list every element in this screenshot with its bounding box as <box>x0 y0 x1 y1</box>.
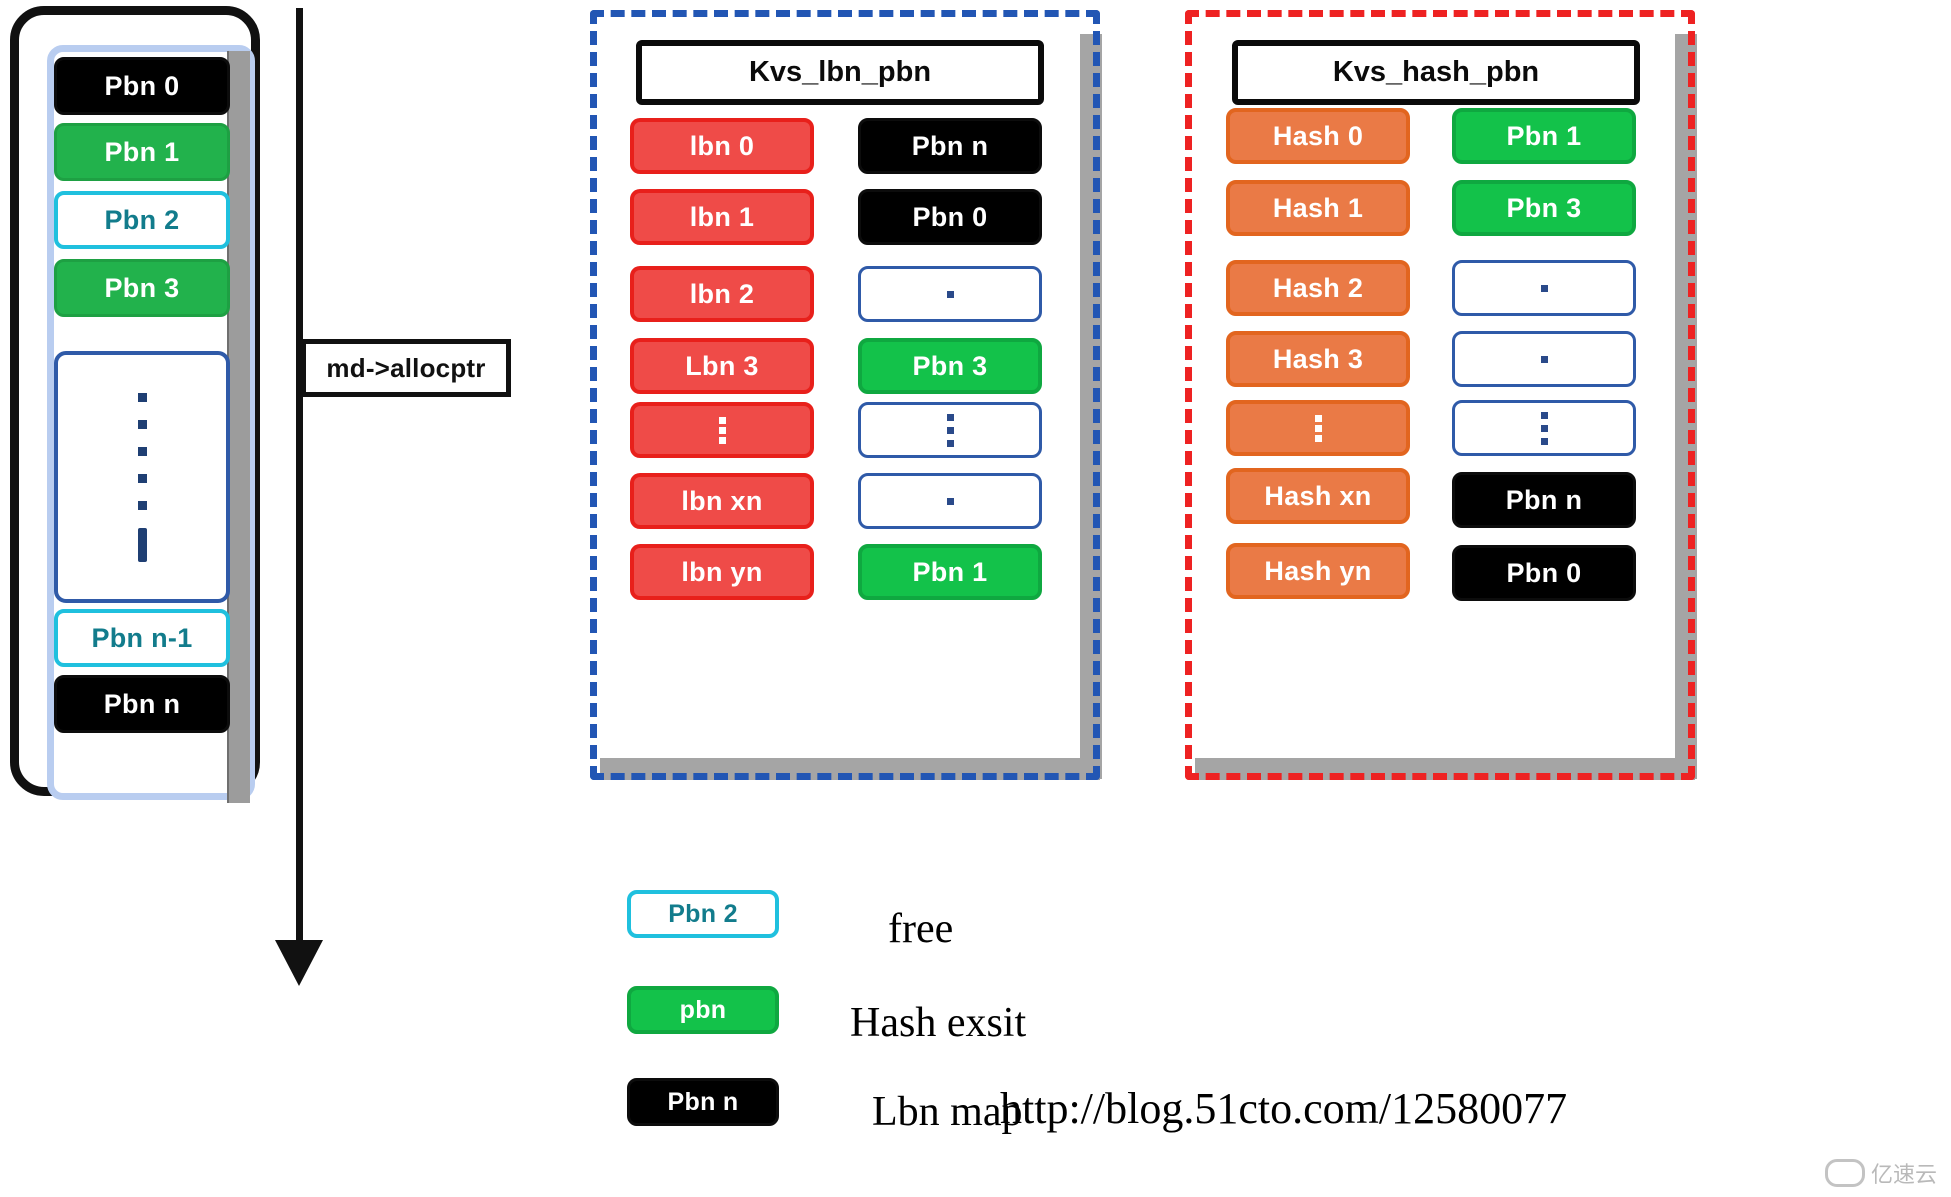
lbn-key-xn[interactable]: lbn xn <box>630 473 814 529</box>
lbn-key-ellipsis <box>630 402 814 458</box>
allocptr-label: md->allocptr <box>301 339 511 397</box>
pbn-cell-0[interactable]: Pbn 0 <box>54 57 230 115</box>
dot-icon <box>1540 355 1548 363</box>
kvs-lbn-pbn-title: Kvs_lbn_pbn <box>636 40 1044 105</box>
hash-key-yn[interactable]: Hash yn <box>1226 543 1410 599</box>
pbn-cell-2[interactable]: Pbn 2 <box>54 191 230 249</box>
lbn-value-1[interactable]: Pbn 0 <box>858 189 1042 245</box>
hash-value-2 <box>1452 260 1636 316</box>
pbn-device-container: Pbn 0 Pbn 1 Pbn 2 Pbn 3 Pbn n-1 Pbn n <box>10 6 260 803</box>
lbn-value-3[interactable]: Pbn 3 <box>858 338 1042 394</box>
cloud-icon <box>1824 1159 1865 1187</box>
hash-value-yn[interactable]: Pbn 0 <box>1452 545 1636 601</box>
hash-value-3 <box>1452 331 1636 387</box>
pbn-cell-1[interactable]: Pbn 1 <box>54 123 230 181</box>
hash-key-0[interactable]: Hash 0 <box>1226 108 1410 164</box>
legend-label-hash-exsit: Hash exsit <box>850 1000 1027 1046</box>
hash-key-xn[interactable]: Hash xn <box>1226 468 1410 524</box>
hash-key-2[interactable]: Hash 2 <box>1226 260 1410 316</box>
hash-key-1[interactable]: Hash 1 <box>1226 180 1410 236</box>
pbn-cell-ellipsis <box>54 351 230 603</box>
dot-icon <box>946 290 954 298</box>
watermark: 亿速云 <box>1824 1157 1937 1189</box>
hash-value-1[interactable]: Pbn 3 <box>1452 180 1636 236</box>
dot-icon <box>1540 284 1548 292</box>
legend-swatch-hash-exsit: pbn <box>627 986 779 1034</box>
allocptr-arrow-line <box>296 8 303 973</box>
hash-value-xn[interactable]: Pbn n <box>1452 472 1636 528</box>
hash-key-3[interactable]: Hash 3 <box>1226 331 1410 387</box>
watermark-label: 亿速云 <box>1870 1162 1937 1187</box>
blog-url-text[interactable]: http://blog.51cto.com/12580077 <box>1000 1083 1567 1134</box>
pbn-cell-n-minus-1[interactable]: Pbn n-1 <box>54 609 230 667</box>
hash-key-ellipsis <box>1226 400 1410 456</box>
pbn-cell-n[interactable]: Pbn n <box>54 675 230 733</box>
lbn-key-2[interactable]: lbn 2 <box>630 266 814 322</box>
hash-value-0[interactable]: Pbn 1 <box>1452 108 1636 164</box>
vertical-ellipsis-icon <box>946 411 954 450</box>
lbn-value-2 <box>858 266 1042 322</box>
lbn-value-xn <box>858 473 1042 529</box>
vertical-ellipsis-icon <box>718 414 726 447</box>
lbn-value-ellipsis <box>858 402 1042 458</box>
lbn-value-yn[interactable]: Pbn 1 <box>858 544 1042 600</box>
pbn-cell-3[interactable]: Pbn 3 <box>54 259 230 317</box>
vertical-ellipsis-icon <box>1314 412 1322 445</box>
vertical-ellipsis-icon <box>1540 409 1548 448</box>
hash-value-ellipsis <box>1452 400 1636 456</box>
pbn-device-shadow <box>227 51 250 803</box>
legend-swatch-lbn-map: Pbn n <box>627 1078 779 1126</box>
vertical-ellipsis-icon <box>137 384 147 571</box>
lbn-value-0[interactable]: Pbn n <box>858 118 1042 174</box>
lbn-key-0[interactable]: lbn 0 <box>630 118 814 174</box>
lbn-key-1[interactable]: lbn 1 <box>630 189 814 245</box>
legend-label-free: free <box>888 906 954 952</box>
kvs-hash-pbn-title: Kvs_hash_pbn <box>1232 40 1640 105</box>
lbn-key-yn[interactable]: lbn yn <box>630 544 814 600</box>
allocptr-arrow-head-icon <box>275 940 323 986</box>
lbn-key-3[interactable]: Lbn 3 <box>630 338 814 394</box>
dot-icon <box>946 497 954 505</box>
legend-swatch-free: Pbn 2 <box>627 890 779 938</box>
